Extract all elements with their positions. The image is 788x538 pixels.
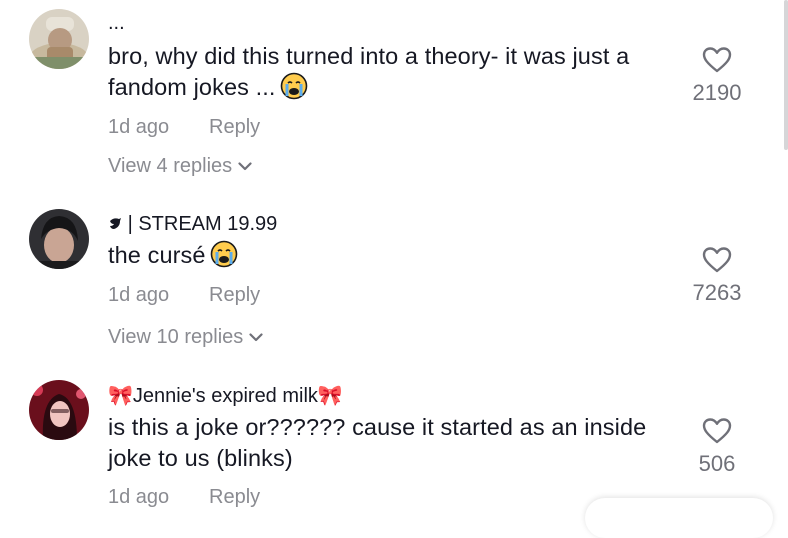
comment-meta: 1d ago Reply bbox=[108, 115, 260, 139]
comment-text: is this a joke or?????? cause it started… bbox=[108, 414, 647, 471]
like-group: 506 bbox=[677, 417, 757, 477]
comment-meta: 1d ago Reply bbox=[108, 283, 260, 307]
username[interactable]: | STREAM 19.99 bbox=[108, 212, 277, 236]
view-replies-button[interactable]: View 10 replies bbox=[108, 325, 263, 349]
chevron-down-icon bbox=[238, 162, 252, 171]
avatar-image bbox=[29, 209, 89, 269]
floating-panel[interactable] bbox=[585, 498, 773, 538]
avatar[interactable] bbox=[29, 380, 89, 440]
like-group: 2190 bbox=[677, 46, 757, 106]
timestamp: 1d ago bbox=[108, 284, 170, 306]
bird-icon bbox=[110, 218, 121, 229]
timestamp: 1d ago bbox=[108, 486, 170, 508]
avatar-image bbox=[29, 380, 89, 440]
like-count: 7263 bbox=[692, 280, 742, 305]
heart-icon[interactable] bbox=[702, 246, 732, 274]
username-label: | STREAM 19.99 bbox=[127, 213, 278, 235]
heart-icon[interactable] bbox=[702, 417, 732, 445]
heart-icon[interactable] bbox=[702, 46, 732, 74]
comment-text: bro, why did this turned into a theory- … bbox=[108, 41, 678, 103]
reply-button[interactable]: Reply bbox=[209, 283, 260, 307]
username[interactable]: ... bbox=[108, 11, 125, 35]
comment-meta: 1d ago Reply bbox=[108, 485, 260, 509]
view-replies-label: View 4 replies bbox=[108, 155, 233, 177]
avatar[interactable] bbox=[29, 9, 89, 69]
chevron-down-icon bbox=[249, 333, 263, 342]
view-replies-label: View 10 replies bbox=[108, 326, 244, 348]
like-count: 506 bbox=[698, 451, 736, 476]
comment-text-content: the cursé bbox=[108, 242, 206, 268]
timestamp: 1d ago bbox=[108, 116, 170, 138]
reply-button[interactable]: Reply bbox=[209, 485, 260, 509]
username[interactable]: 🎀Jennie's expired milk🎀 bbox=[108, 384, 343, 408]
reply-button[interactable]: Reply bbox=[209, 115, 260, 139]
crying-face-emoji bbox=[280, 72, 307, 100]
avatar[interactable] bbox=[29, 209, 89, 269]
view-replies-button[interactable]: View 4 replies bbox=[108, 154, 252, 178]
crying-face-emoji bbox=[210, 240, 237, 268]
comment-text: the cursé bbox=[108, 240, 678, 271]
like-count: 2190 bbox=[692, 80, 742, 105]
avatar-image bbox=[29, 9, 89, 69]
like-group: 7263 bbox=[677, 246, 757, 306]
scrollbar[interactable] bbox=[784, 0, 788, 150]
comment-text-content: bro, why did this turned into a theory- … bbox=[108, 43, 630, 100]
